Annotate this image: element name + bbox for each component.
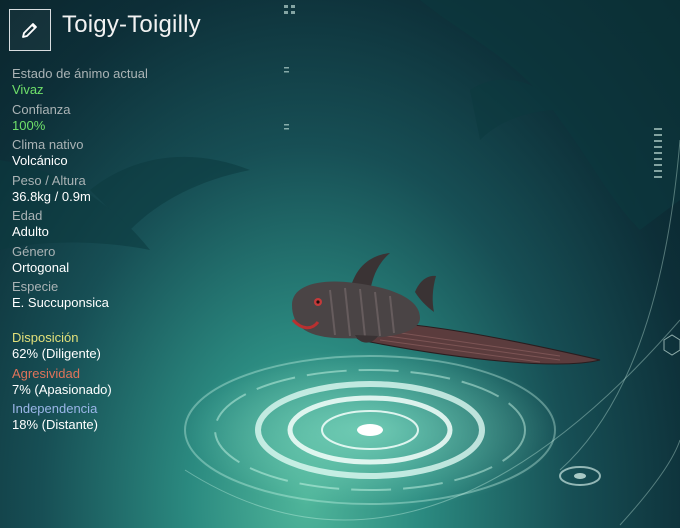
trait-label: Independencia — [12, 401, 98, 416]
trait-disposition: Disposición 62% (Diligente) — [12, 330, 212, 366]
stat-label: Confianza — [12, 101, 71, 117]
stat-label: Peso / Altura — [12, 172, 86, 188]
trait-value: 7% (Apasionado) — [12, 381, 112, 397]
stat-value: Vivaz — [12, 82, 44, 97]
stat-weight-height: Peso / Altura 36.8kg / 0.9m — [12, 173, 192, 209]
trait-label: Agresividad — [12, 365, 80, 381]
stat-label: Especie — [12, 279, 59, 294]
trait-label: Disposición — [12, 330, 79, 345]
stat-value: Adulto — [12, 224, 49, 239]
rename-button[interactable] — [9, 9, 51, 51]
trait-aggression: Agresividad 7% (Apasionado) — [12, 366, 212, 402]
trait-value: 18% (Distante) — [12, 417, 98, 432]
hex-marker — [663, 334, 680, 356]
scanner-platform — [180, 350, 601, 510]
creature-name: Toigy-Toigilly — [62, 11, 201, 38]
stats-list: Estado de ánimo actual Vivaz Confianza 1… — [12, 66, 192, 315]
header: Toigy-Toigilly — [9, 9, 201, 51]
stat-mood: Estado de ánimo actual Vivaz — [12, 66, 192, 102]
stat-label: Clima nativo — [12, 137, 84, 152]
creature-model — [291, 253, 601, 365]
stat-gender: Género Ortogonal — [12, 244, 192, 280]
stat-species: Especie E. Succuponsica — [12, 279, 192, 315]
stat-value: Ortogonal — [12, 259, 70, 275]
trait-value: 62% (Diligente) — [12, 346, 101, 361]
stat-label: Estado de ánimo actual — [12, 66, 148, 81]
trait-independence: Independencia 18% (Distante) — [12, 401, 212, 437]
stat-label: Género — [12, 243, 56, 259]
stat-value: 36.8kg / 0.9m — [12, 188, 91, 204]
stat-age: Edad Adulto — [12, 208, 192, 244]
stat-climate: Clima nativo Volcánico — [12, 137, 192, 173]
stat-value: Volcánico — [12, 153, 68, 168]
stat-trust: Confianza 100% — [12, 102, 192, 138]
traits-list: Disposición 62% (Diligente) Agresividad … — [12, 330, 212, 437]
pencil-icon — [22, 23, 37, 38]
stat-label: Edad — [12, 208, 43, 223]
stat-value: 100% — [12, 117, 46, 133]
stat-value: E. Succuponsica — [12, 295, 109, 310]
